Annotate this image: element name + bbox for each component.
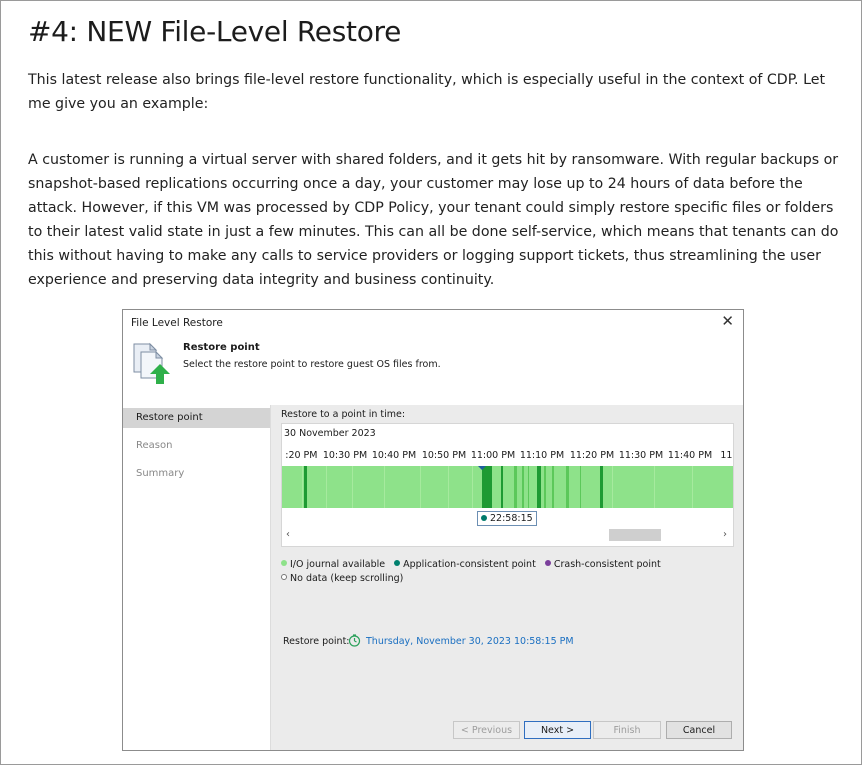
scroll-thumb[interactable] (609, 529, 661, 541)
timeline-ticks: ) :20 PM 10:30 PM 10:40 PM 10:50 PM 11:0… (282, 450, 733, 464)
legend-crash: Crash-consistent point (544, 559, 661, 570)
finish-button[interactable]: Finish (593, 721, 661, 739)
tick-label: 11: (720, 450, 733, 461)
green-dot-icon (281, 560, 287, 566)
tick-label: 11:10 PM (519, 450, 565, 461)
tick-label: ) :20 PM (281, 450, 318, 461)
legend-nodata-label: No data (keep scrolling) (290, 573, 404, 584)
clock-restore-icon (348, 634, 361, 647)
step-reason[interactable]: Reason (123, 436, 270, 456)
restore-point-label: Restore point: (283, 636, 350, 647)
close-icon[interactable]: ✕ (721, 312, 734, 330)
restore-point-value[interactable]: Thursday, November 30, 2023 10:58:15 PM (366, 636, 574, 647)
step-restore-point[interactable]: Restore point (123, 408, 270, 428)
timeline-date: 30 November 2023 (284, 428, 376, 439)
file-level-restore-dialog: File Level Restore ✕ Restore point Selec… (122, 309, 744, 751)
legend-nodata: No data (keep scrolling) (281, 573, 403, 584)
tick-label: 11:40 PM (667, 450, 713, 461)
article-page: #4: NEW File-Level Restore This latest r… (0, 0, 862, 765)
scroll-right-icon[interactable]: › (723, 528, 727, 542)
scroll-left-icon[interactable]: ‹ (286, 528, 290, 542)
tick-label: 10:50 PM (421, 450, 467, 461)
purple-dot-icon (544, 560, 551, 566)
teal-dot-icon (394, 560, 401, 566)
tick-label: 11:20 PM (569, 450, 615, 461)
wizard-steps: Restore point Reason Summary (123, 405, 271, 750)
legend-io: I/O journal available (281, 559, 385, 570)
dialog-title: File Level Restore (131, 317, 223, 329)
previous-button[interactable]: < Previous (453, 721, 520, 739)
restore-to-label: Restore to a point in time: (281, 409, 406, 420)
file-restore-icon (133, 342, 170, 384)
legend-io-label: I/O journal available (290, 559, 386, 570)
article-paragraph-intro: This latest release also brings file-lev… (28, 72, 826, 112)
timeline-picker[interactable]: 30 November 2023 ) :20 PM 10:30 PM 10:40… (281, 423, 734, 547)
header-subtitle: Select the restore point to restore gues… (183, 359, 441, 370)
tick-label: 11:00 PM (470, 450, 516, 461)
io-journal-band[interactable] (282, 466, 733, 508)
cancel-button[interactable]: Cancel (666, 721, 732, 739)
header-title: Restore point (183, 342, 260, 353)
tick-label: 10:40 PM (371, 450, 417, 461)
step-summary[interactable]: Summary (123, 464, 270, 484)
tick-label: 10:30 PM (322, 450, 368, 461)
hollow-dot-icon (281, 574, 287, 580)
legend-app: Application-consistent point (394, 559, 536, 570)
next-button[interactable]: Next > (524, 721, 591, 739)
restore-point-panel: Restore to a point in time: 30 November … (271, 405, 743, 710)
wizard-button-bar: < Previous Next > Finish Cancel (271, 710, 743, 750)
legend-app-label: Application-consistent point (403, 559, 536, 570)
legend-crash-label: Crash-consistent point (553, 559, 661, 570)
tick-label: 11:30 PM (618, 450, 664, 461)
timeline-scrollbar[interactable]: ‹ › (282, 528, 733, 542)
article-heading: #4: NEW File-Level Restore (28, 15, 402, 48)
article-paragraph-example: A customer is running a virtual server w… (28, 152, 839, 288)
selected-time-badge[interactable]: 22:58:15 (477, 511, 537, 526)
timeline-legend: I/O journal available Application-consis… (281, 558, 667, 586)
